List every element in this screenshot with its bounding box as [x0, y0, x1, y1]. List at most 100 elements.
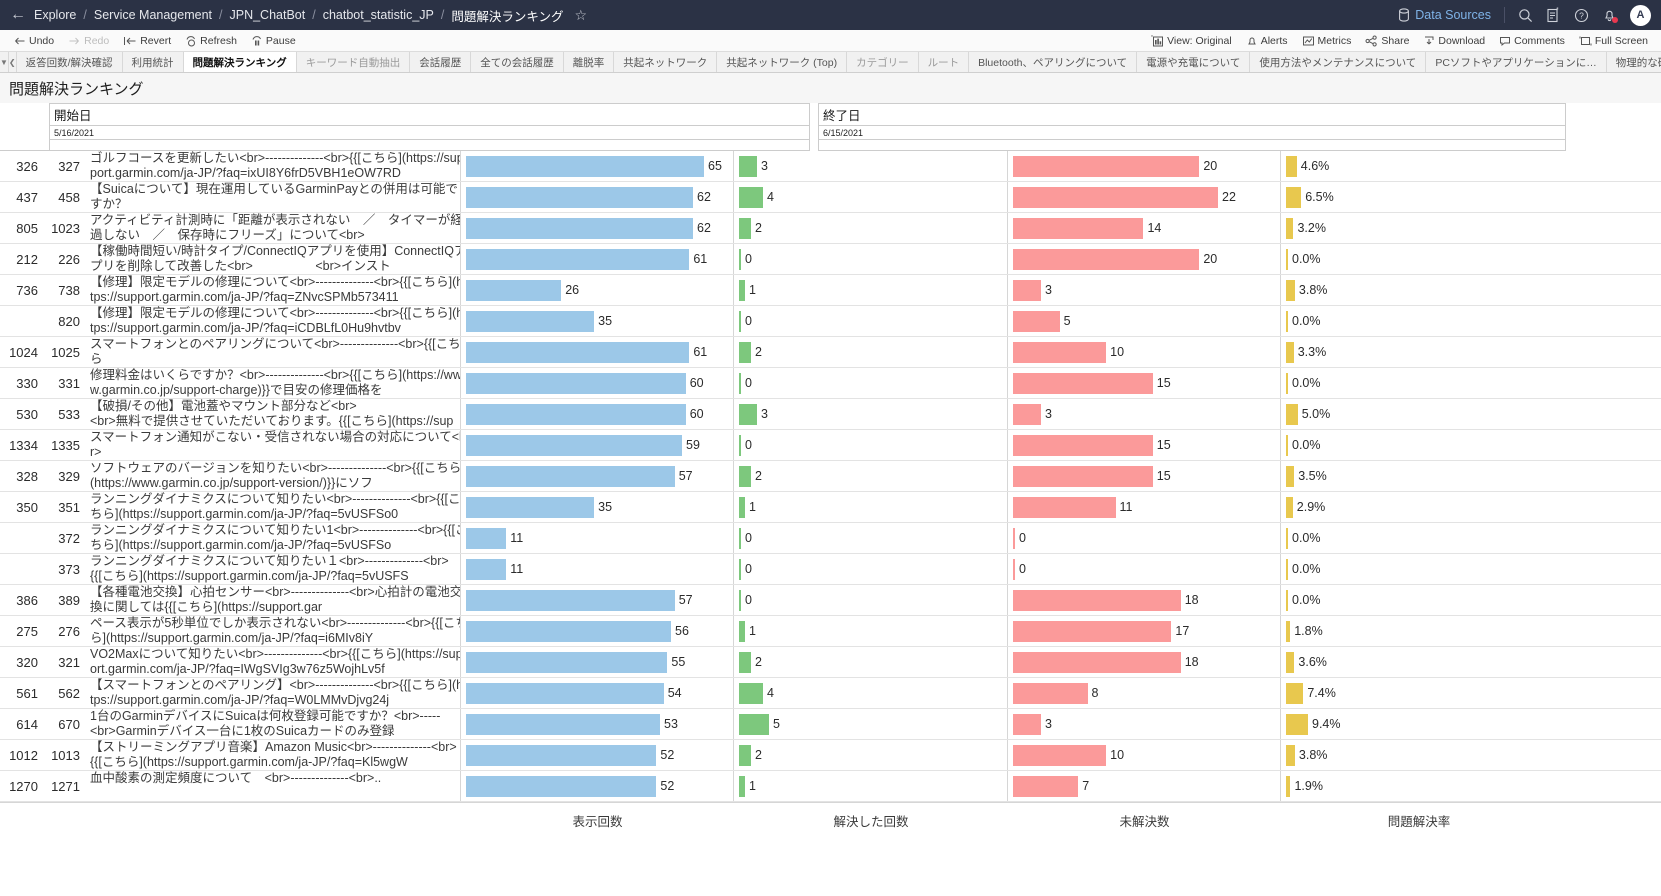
- revert-button[interactable]: Revert: [116, 35, 178, 47]
- rate-value: 3.8%: [1298, 283, 1328, 297]
- table-row[interactable]: 1334 1335 スマートフォン通知がこない・受信されない場合の対応について<br…: [0, 430, 1661, 461]
- full-screen-icon: [1579, 35, 1592, 47]
- tab-kaiwa-rireki[interactable]: 会話履歴: [410, 52, 472, 72]
- unresolved-value: 10: [1110, 748, 1125, 762]
- view-original-label: View: Original: [1167, 34, 1232, 47]
- tab-riyou-toukei[interactable]: 利用統計: [122, 52, 184, 72]
- unresolved-cell: 20: [1008, 151, 1281, 181]
- help-icon[interactable]: ?: [1574, 8, 1589, 23]
- unresolved-cell: 0: [1008, 554, 1281, 584]
- row-question-text: ランニングダイナミクスについて知りたい<br>--------------<br…: [90, 492, 461, 521]
- table-row[interactable]: 330 331 修理料金はいくらですか？<br>--------------<br>…: [0, 368, 1661, 399]
- share-button[interactable]: Share: [1358, 35, 1416, 47]
- revert-label: Revert: [140, 34, 172, 47]
- tab-butsuriteki-hason-shuuri[interactable]: 物理的な破損や修理について: [1606, 52, 1661, 72]
- breadcrumb-item-jpn-chatbot[interactable]: JPN_ChatBot: [227, 8, 307, 22]
- tab-scroll-left-icon[interactable]: ❮: [9, 52, 17, 72]
- favorite-star-icon[interactable]: ☆: [575, 7, 588, 24]
- end-date-input[interactable]: [819, 125, 1565, 140]
- tab-dropdown-icon[interactable]: ▼: [0, 52, 9, 72]
- rate-cell: 7.4%: [1281, 678, 1557, 708]
- chart-axis-footer: 表示回数 解決した回数 未解決数 問題解決率: [0, 802, 1661, 838]
- views-bar: [466, 373, 686, 394]
- table-row[interactable]: 561 562 【スマートフォンとのペアリング】<br>--------------…: [0, 678, 1661, 709]
- view-original-button[interactable]: * View: Original: [1144, 35, 1239, 47]
- end-date-filter: 終了日: [818, 103, 1566, 151]
- pause-button[interactable]: Pause: [244, 35, 303, 47]
- back-arrow-icon[interactable]: ←: [10, 7, 32, 23]
- table-row[interactable]: 1024 1025 スマートフォンとのペアリングについて<br>----------…: [0, 337, 1661, 368]
- comments-button[interactable]: Comments: [1492, 35, 1572, 47]
- row-id-secondary: 1023: [51, 220, 80, 236]
- download-button[interactable]: Download: [1416, 35, 1492, 47]
- table-row[interactable]: 350 351 ランニングダイナミクスについて知りたい<br>-----------…: [0, 492, 1661, 523]
- unresolved-value: 0: [1019, 531, 1026, 545]
- breadcrumb-item-chatbot-statistic-jp[interactable]: chatbot_statistic_JP: [321, 8, 436, 22]
- tab-label: PCソフトやアプリケーションに…: [1435, 56, 1597, 69]
- table-row[interactable]: 320 321 VO2Maxについて知りたい<br>--------------<b…: [0, 647, 1661, 678]
- redo-button[interactable]: Redo: [61, 35, 116, 47]
- tab-henntoukaisuu[interactable]: 返答回数/解決確認: [16, 52, 123, 72]
- solved-bar: [739, 745, 751, 766]
- tab-category[interactable]: カテゴリー: [847, 52, 919, 72]
- solved-bar: [739, 497, 745, 518]
- table-row[interactable]: 820 【修理】限定モデルの修理について<br>--------------<br…: [0, 306, 1661, 337]
- tab-ridatsuritsu[interactable]: 離脱率: [563, 52, 615, 72]
- solved-cell: 5: [734, 709, 1008, 739]
- pause-label: Pause: [265, 34, 296, 47]
- views-value: 60: [689, 407, 704, 421]
- breadcrumb-item-explore[interactable]: Explore: [32, 8, 78, 22]
- row-id-primary: 275: [16, 623, 38, 639]
- tab-subete-no-kaiwa-rireki[interactable]: 全ての会話履歴: [471, 52, 564, 72]
- data-sources-button[interactable]: Data Sources: [1398, 8, 1491, 22]
- full-screen-button[interactable]: Full Screen: [1572, 35, 1655, 47]
- table-row[interactable]: 437 458 【Suicaについて】現在運用しているGarminPayとの併用は可…: [0, 182, 1661, 213]
- table-row[interactable]: 372 ランニングダイナミクスについて知りたい1<br>-------------…: [0, 523, 1661, 554]
- table-row[interactable]: 805 1023 アクティビティ計測時に「距離が表示されない ／ タイマーが経過しな…: [0, 213, 1661, 244]
- unresolved-cell: 18: [1008, 585, 1281, 615]
- tab-dengen-juuden[interactable]: 電源や充電について: [1137, 52, 1251, 72]
- table-row[interactable]: 1270 1271 血中酸素の測定頻度について <br>--------------…: [0, 771, 1661, 802]
- views-cell: 59: [461, 430, 734, 460]
- refresh-button[interactable]: Refresh: [178, 35, 244, 47]
- solved-bar: [739, 466, 751, 487]
- tab-mondai-kaiketsu-ranking[interactable]: 問題解決ランキング: [183, 52, 297, 72]
- table-row[interactable]: 1012 1013 【ストリーミングアプリ音楽】Amazon Music<br>--…: [0, 740, 1661, 771]
- undo-button[interactable]: Undo: [6, 35, 61, 47]
- solved-value: 2: [755, 655, 762, 669]
- tab-shiyou-houhou-maintenance[interactable]: 使用方法やメンテナンスについて: [1250, 52, 1427, 72]
- rate-cell: 0.0%: [1281, 430, 1557, 460]
- tab-keyword-chuushutsu[interactable]: キーワード自動抽出: [296, 52, 411, 72]
- unresolved-value: 22: [1222, 190, 1236, 204]
- table-row[interactable]: 736 738 【修理】限定モデルの修理について<br>--------------…: [0, 275, 1661, 306]
- undo-label: Undo: [29, 34, 55, 47]
- table-row[interactable]: 614 670 1台のGarminデバイスにSuicaは何枚登録可能ですか？<br>…: [0, 709, 1661, 740]
- tab-kyouki-network[interactable]: 共起ネットワーク: [614, 52, 718, 72]
- row-id-secondary: 327: [58, 158, 80, 174]
- search-icon[interactable]: [1518, 8, 1533, 23]
- unresolved-cell: 0: [1008, 523, 1281, 553]
- table-row[interactable]: 328 329 ソフトウェアのバージョンを知りたい<br>-------------…: [0, 461, 1661, 492]
- tab-route[interactable]: ルート: [918, 52, 970, 72]
- table-row[interactable]: 326 327 ゴルフコースを更新したい<br>--------------<br>…: [0, 151, 1661, 182]
- tab-bluetooth-pairing[interactable]: Bluetooth、ペアリングについて: [969, 52, 1138, 72]
- table-row[interactable]: 373 ランニングダイナミクスについて知りたい１<br>-------------…: [0, 554, 1661, 585]
- tab-kyouki-network-top[interactable]: 共起ネットワーク (Top): [717, 52, 848, 72]
- start-date-input[interactable]: [50, 125, 809, 140]
- table-row[interactable]: 275 276 ペース表示が5秒単位でしか表示されない<br>-----------…: [0, 616, 1661, 647]
- views-value: 55: [671, 655, 686, 669]
- breadcrumb-item-service-management[interactable]: Service Management: [92, 8, 214, 22]
- alerts-button[interactable]: Alerts: [1239, 35, 1295, 47]
- tab-pc-software-application[interactable]: PCソフトやアプリケーションに…: [1426, 52, 1607, 72]
- notifications-bell-icon[interactable]: [1602, 7, 1618, 23]
- unresolved-cell: 17: [1008, 616, 1281, 646]
- user-avatar[interactable]: A: [1630, 4, 1651, 26]
- metrics-button[interactable]: Metrics: [1295, 35, 1359, 47]
- table-row[interactable]: 386 389 【各種電池交換】心拍センサー<br>--------------<b…: [0, 585, 1661, 616]
- solved-cell: 1: [734, 771, 1008, 801]
- table-row[interactable]: 530 533 【破損/その他】電池蓋やマウント部分など<br> <br>無料で提供…: [0, 399, 1661, 430]
- new-document-icon[interactable]: *: [1546, 7, 1561, 23]
- comment-bubble-icon: [1499, 35, 1511, 47]
- row-question-text: 修理料金はいくらですか？<br>--------------<br>{{[こちら…: [90, 368, 461, 397]
- table-row[interactable]: 212 226 【稼働時間短い/時計タイプ/ConnectIQアプリを使用】Conn…: [0, 244, 1661, 275]
